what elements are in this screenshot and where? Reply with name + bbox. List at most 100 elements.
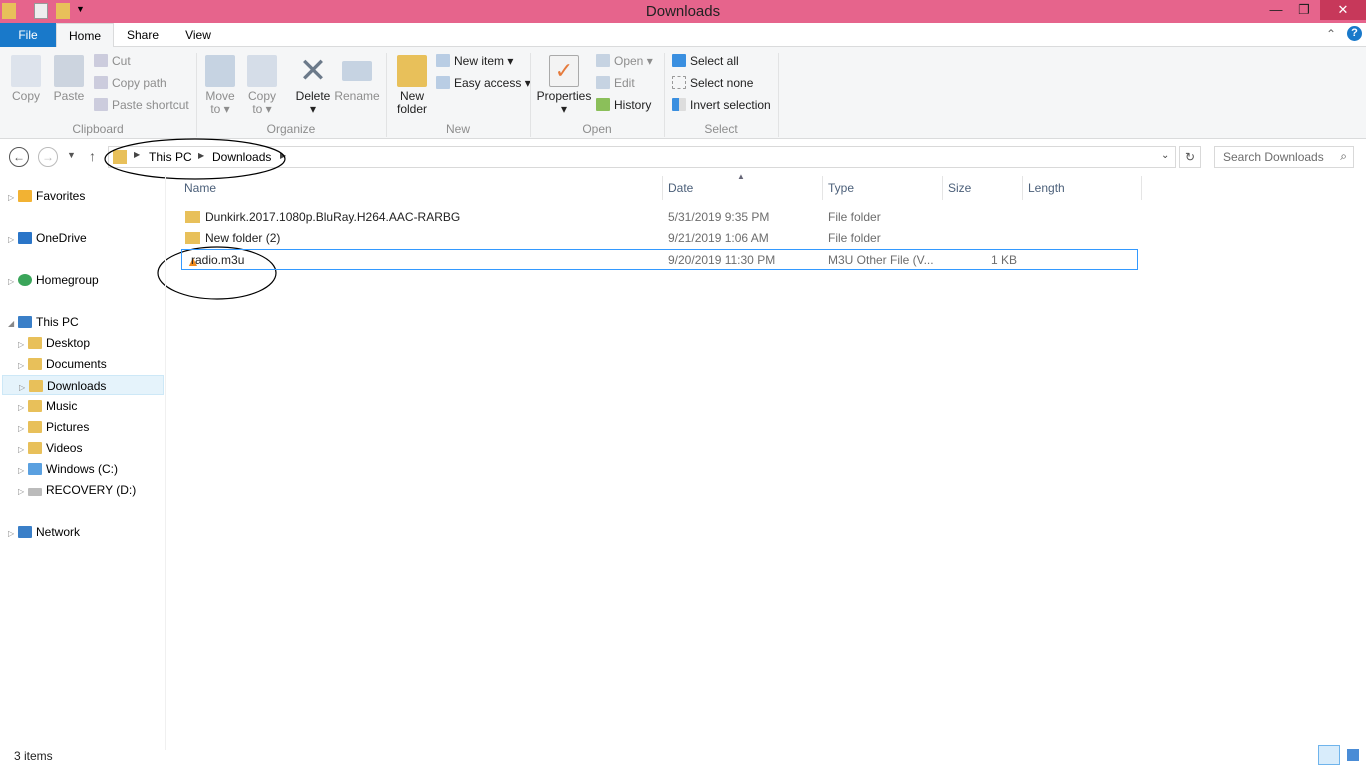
to-label: to [210,102,221,116]
select-none-label: Select none [690,76,754,90]
divider [778,53,779,137]
file-date: 9/21/2019 1:06 AM [668,231,769,245]
nav-documents[interactable]: ▷ Documents [18,354,107,374]
new-folder-button[interactable]: New folder [392,55,432,116]
tab-view[interactable]: View [174,23,222,47]
file-name: Dunkirk.2017.1080p.BluRay.H264.AAC-RARBG [205,210,461,224]
nav-label: OneDrive [36,231,87,245]
invert-selection-icon [672,98,686,111]
nav-favorites[interactable]: ▷ Favorites [8,186,85,206]
nav-label: Network [36,525,81,539]
tab-share[interactable]: Share [118,23,168,47]
file-row[interactable]: Dunkirk.2017.1080p.BluRay.H264.AAC-RARBG… [181,207,1138,227]
nav-music[interactable]: ▷ Music [18,396,77,416]
up-button[interactable]: ↑ [89,148,96,164]
nav-onedrive[interactable]: ▷ OneDrive [8,228,87,248]
paste-shortcut-label: Paste shortcut [112,98,189,112]
cut-button[interactable]: Cut [94,52,131,70]
new-item-button[interactable]: New item ▾ [436,52,513,70]
organize-group-label: Organize [266,122,316,136]
file-date: 5/31/2019 9:35 PM [668,210,770,224]
back-button[interactable]: ← [9,147,29,167]
ribbon: Copy Paste Cut Copy path Paste shortcut … [0,47,1366,139]
edit-button[interactable]: Edit [596,74,635,92]
nav-label: RECOVERY (D:) [46,483,137,497]
cut-label: Cut [112,54,131,68]
file-type: File folder [828,231,881,245]
nav-downloads[interactable]: ▷ Downloads [2,375,164,395]
sort-ascending-icon: ▲ [737,172,745,181]
close-button[interactable]: ✕ [1320,0,1366,20]
paste-button[interactable]: Paste [52,55,86,103]
properties-check-icon: ✓ [549,55,579,87]
file-row-focused[interactable]: ▲ radio.m3u 9/20/2019 11:30 PM M3U Other… [181,249,1138,270]
maximize-button[interactable]: ❐ [1290,0,1318,20]
open-button[interactable]: Open ▾ [596,52,653,70]
nav-label: Documents [46,357,107,371]
properties-button[interactable]: ✓ Properties ▾ [536,55,592,116]
column-length[interactable]: Length [1028,181,1065,195]
nav-label: Windows (C:) [46,462,119,476]
folder-icon [185,211,200,223]
nav-network[interactable]: ▷ Network [8,522,80,542]
search-placeholder: Search Downloads [1223,150,1324,164]
column-size[interactable]: Size [948,181,971,195]
new-label: New [399,89,424,103]
tab-file[interactable]: File [0,23,56,47]
copy-button[interactable]: Copy [8,55,44,103]
recent-locations-button[interactable]: ▼ [67,150,76,160]
nav-videos[interactable]: ▷ Videos [18,438,82,458]
forward-button[interactable]: → [38,147,58,167]
select-all-button[interactable]: Select all [672,52,739,70]
move-to-button[interactable]: Move to ▾ [203,55,237,116]
invert-selection-label: Invert selection [690,98,771,112]
column-type[interactable]: Type [828,181,854,195]
copy-to-button[interactable]: Copy to ▾ [245,55,279,116]
collapse-ribbon-icon[interactable]: ⌃ [1326,27,1336,41]
search-input[interactable]: Search Downloads ⌕ [1214,146,1354,168]
help-icon[interactable]: ? [1347,26,1362,41]
edit-label: Edit [614,76,635,90]
search-icon: ⌕ [1340,149,1347,163]
navigation-pane: ▷ Favorites ▷ OneDrive ▷ Homegroup ◢ This PC… [0,175,166,750]
nav-pictures[interactable]: ▷ Pictures [18,417,89,437]
file-row[interactable]: New folder (2) 9/21/2019 1:06 AM File fo… [181,228,1138,248]
nav-recovery-d[interactable]: ▷ RECOVERY (D:) [18,480,136,500]
folder-icon [185,232,200,244]
open-label: Open [614,54,644,68]
minimize-button[interactable]: — [1262,0,1290,20]
paste-shortcut-button[interactable]: Paste shortcut [94,96,189,114]
nav-windows-c[interactable]: ▷ Windows (C:) [18,459,118,479]
copy-path-button[interactable]: Copy path [94,74,167,92]
paste-shortcut-icon [94,98,108,111]
easy-access-button[interactable]: Easy access ▾ [436,74,531,92]
refresh-button[interactable]: ↻ [1179,146,1201,168]
address-history-dropdown[interactable]: ⌄ [1161,150,1169,161]
new-item-label: New item [454,54,505,68]
select-all-label: Select all [690,54,739,68]
file-date: 9/20/2019 11:30 PM [668,253,776,267]
network-icon [18,526,32,538]
open-group-label: Open [582,122,612,136]
rename-button[interactable]: Rename [334,55,380,103]
nav-desktop[interactable]: ▷ Desktop [18,333,90,353]
paste-icon [54,55,84,87]
move-label: Move [205,89,235,103]
invert-selection-button[interactable]: Invert selection [672,96,771,114]
column-name[interactable]: Name [184,181,216,195]
file-name: radio.m3u [191,253,245,267]
file-size: 1 KB [991,253,1018,267]
details-view-button[interactable] [1318,745,1340,765]
delete-button[interactable]: ✕ Delete ▾ [293,54,333,116]
nav-this-pc[interactable]: ◢ This PC [8,312,79,332]
history-button[interactable]: History [596,96,651,114]
nav-label: Videos [46,441,83,455]
new-item-icon [436,54,450,67]
nav-homegroup[interactable]: ▷ Homegroup [8,270,99,290]
tab-home[interactable]: Home [56,23,114,48]
select-none-button[interactable]: Select none [672,74,753,92]
large-icons-view-button[interactable] [1343,745,1363,765]
computer-icon [18,316,32,328]
select-all-icon [672,54,686,67]
column-date[interactable]: Date [668,181,693,195]
